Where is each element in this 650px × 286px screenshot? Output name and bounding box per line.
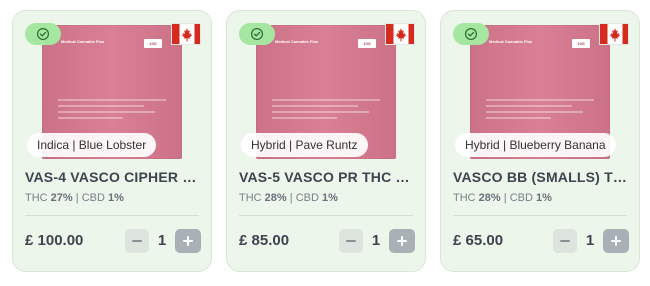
product-title[interactable]: VAS-5 VASCO PR THC 2... bbox=[239, 169, 415, 185]
verified-badge bbox=[453, 23, 489, 45]
minus-icon bbox=[560, 240, 570, 242]
quantity-stepper: 1 bbox=[125, 229, 201, 253]
minus-icon bbox=[346, 240, 356, 242]
pouch-weight: 10G bbox=[572, 39, 590, 48]
divider bbox=[239, 215, 413, 216]
product-card[interactable]: Medical Cannabis Flos 10G Hybrid | Blueb… bbox=[440, 10, 640, 272]
thc-value: 28% bbox=[478, 192, 501, 204]
cbd-value: 1% bbox=[321, 192, 338, 204]
decrement-button[interactable] bbox=[553, 229, 577, 253]
increment-button[interactable] bbox=[603, 229, 629, 253]
product-price: £ 85.00 bbox=[239, 232, 290, 249]
product-card[interactable]: Medical Cannabis Flos 10G Indica | Blue … bbox=[12, 10, 212, 272]
thc-label: THC bbox=[453, 192, 476, 204]
divider bbox=[25, 215, 199, 216]
product-price: £ 65.00 bbox=[453, 232, 504, 249]
cbd-label: CBD bbox=[81, 192, 105, 204]
plus-icon bbox=[183, 236, 193, 246]
pouch-label: Medical Cannabis Flos 10G bbox=[485, 39, 590, 49]
pouch-weight: 10G bbox=[144, 39, 162, 48]
increment-button[interactable] bbox=[389, 229, 415, 253]
plus-icon bbox=[611, 236, 621, 246]
pouch-label-text: Medical Cannabis Flos bbox=[489, 39, 533, 44]
thc-label: THC bbox=[25, 192, 48, 204]
pouch-label: Medical Cannabis Flos 10G bbox=[57, 39, 162, 49]
check-circle-icon bbox=[464, 27, 478, 41]
check-circle-icon bbox=[250, 27, 264, 41]
product-title[interactable]: VAS-4 VASCO CIPHER B... bbox=[25, 169, 201, 185]
verified-badge bbox=[239, 23, 275, 45]
decrement-button[interactable] bbox=[339, 229, 363, 253]
canada-flag-icon bbox=[171, 23, 201, 45]
verified-badge bbox=[25, 23, 61, 45]
pouch-label-text: Medical Cannabis Flos bbox=[275, 39, 319, 44]
quantity-stepper: 1 bbox=[553, 229, 629, 253]
cbd-label: CBD bbox=[509, 192, 533, 204]
cbd-value: 1% bbox=[535, 192, 552, 204]
increment-button[interactable] bbox=[175, 229, 201, 253]
canada-flag-icon bbox=[385, 23, 415, 45]
cbd-label: CBD bbox=[295, 192, 319, 204]
pouch-label-text: Medical Cannabis Flos bbox=[61, 39, 105, 44]
thc-label: THC bbox=[239, 192, 262, 204]
product-title[interactable]: VASCO BB (SMALLS) TH... bbox=[453, 169, 629, 185]
strain-label: Hybrid | Blueberry Banana bbox=[455, 133, 616, 157]
strain-label: Indica | Blue Lobster bbox=[27, 133, 157, 157]
potency-info: THC 28% | CBD 1% bbox=[453, 192, 552, 204]
product-grid: Medical Cannabis Flos 10G Indica | Blue … bbox=[0, 0, 650, 286]
decrement-button[interactable] bbox=[125, 229, 149, 253]
check-circle-icon bbox=[36, 27, 50, 41]
quantity-value[interactable]: 1 bbox=[579, 229, 601, 253]
pouch-label: Medical Cannabis Flos 10G bbox=[271, 39, 376, 49]
quantity-stepper: 1 bbox=[339, 229, 415, 253]
thc-value: 28% bbox=[264, 192, 287, 204]
canada-flag-icon bbox=[599, 23, 629, 45]
minus-icon bbox=[132, 240, 142, 242]
quantity-value[interactable]: 1 bbox=[151, 229, 173, 253]
quantity-value[interactable]: 1 bbox=[365, 229, 387, 253]
pouch-weight: 10G bbox=[358, 39, 376, 48]
potency-info: THC 28% | CBD 1% bbox=[239, 192, 338, 204]
potency-info: THC 27% | CBD 1% bbox=[25, 192, 124, 204]
thc-value: 27% bbox=[50, 192, 73, 204]
plus-icon bbox=[397, 236, 407, 246]
strain-label: Hybrid | Pave Runtz bbox=[241, 133, 368, 157]
divider bbox=[453, 215, 627, 216]
product-card[interactable]: Medical Cannabis Flos 10G Hybrid | Pave … bbox=[226, 10, 426, 272]
product-price: £ 100.00 bbox=[25, 232, 84, 249]
cbd-value: 1% bbox=[107, 192, 124, 204]
